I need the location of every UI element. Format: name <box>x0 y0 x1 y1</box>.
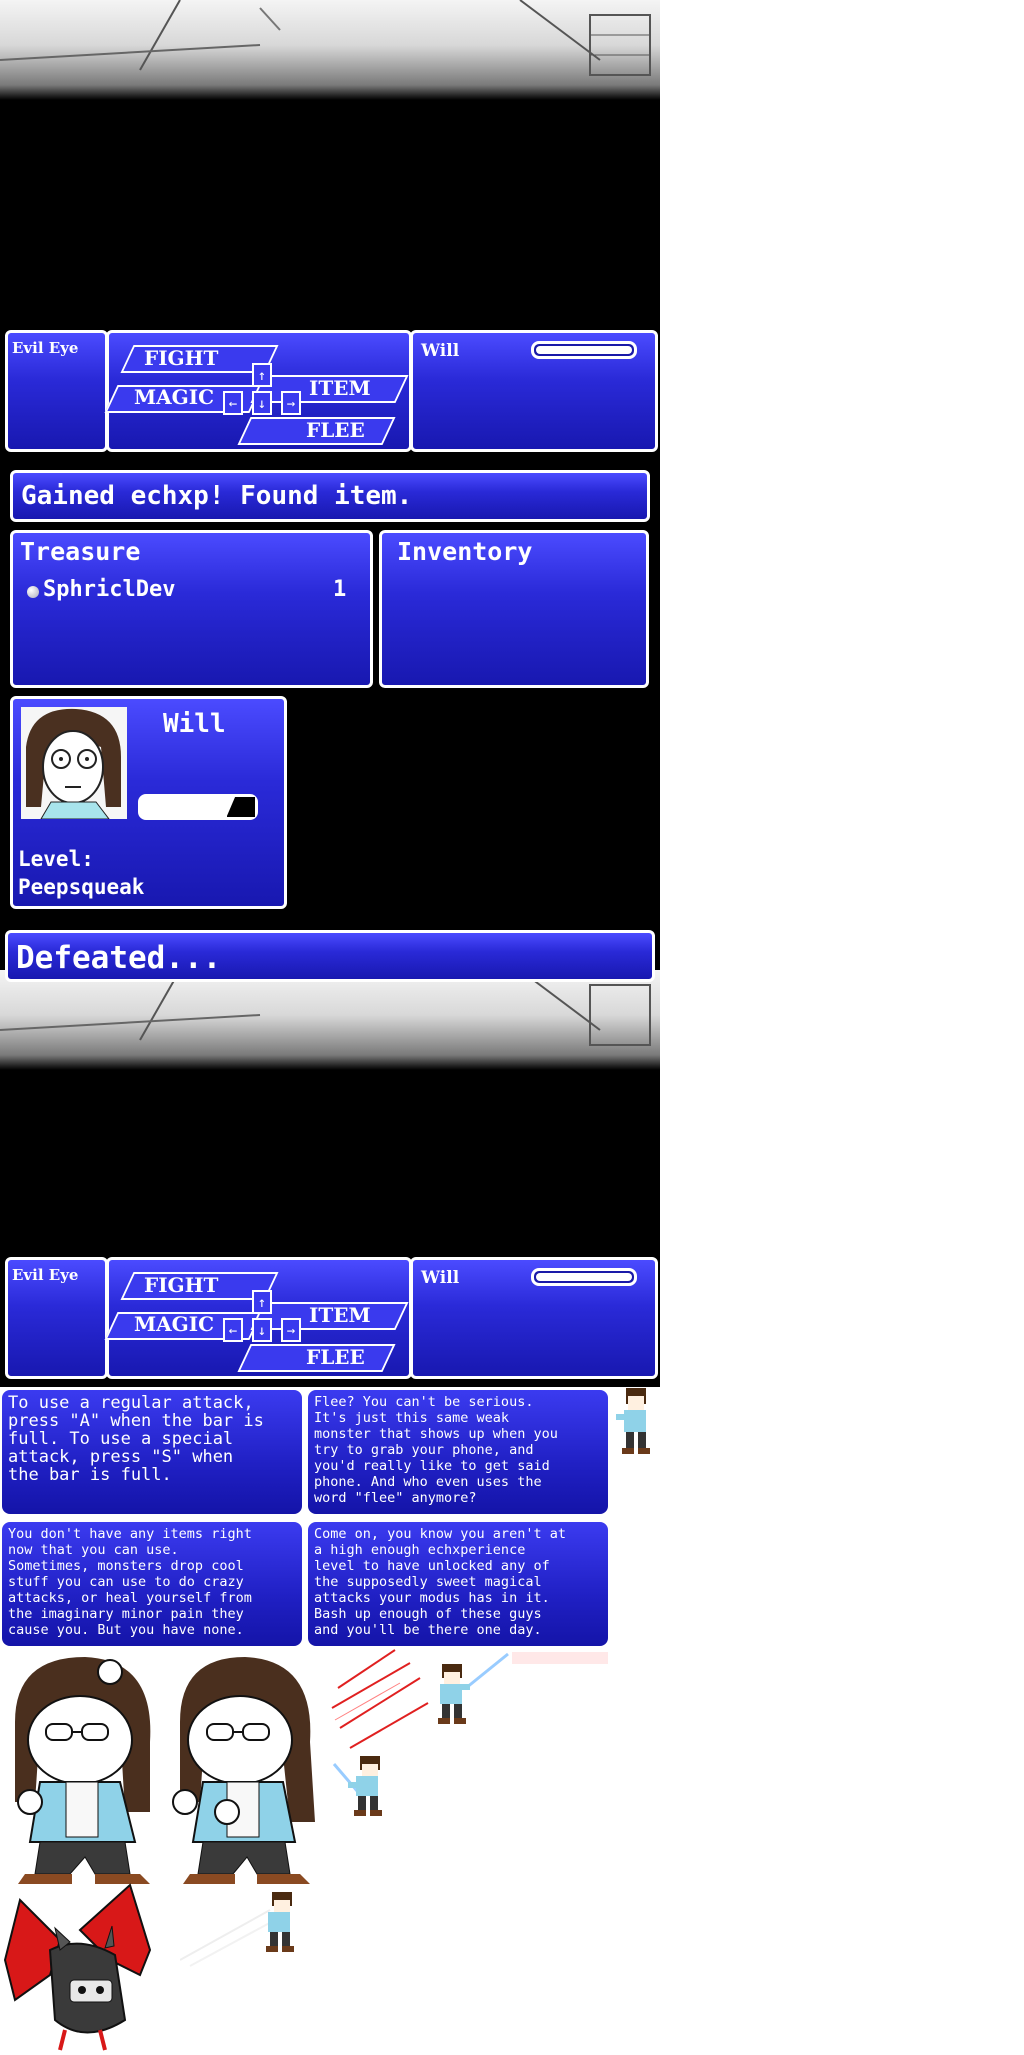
will-pose-thinking-sprite <box>15 1657 151 1884</box>
down-arrow-icon[interactable]: ↓ <box>252 391 272 415</box>
experience-gauge <box>138 794 258 820</box>
will-face <box>26 708 121 819</box>
room-background <box>0 0 660 100</box>
result-message-panel: Gained echxp! Found item. <box>10 470 650 522</box>
result-message: Gained echxp! Found item. <box>21 481 413 511</box>
command-panel: FIGHT MAGIC ITEM FLEE ↑ ← ↓ → <box>104 330 412 452</box>
will-portrait <box>21 707 127 819</box>
inventory-panel: Inventory <box>379 530 649 688</box>
level-label: Level: <box>18 847 94 871</box>
atb-gauge-fill-2 <box>536 1273 632 1281</box>
treasure-title: Treasure <box>20 537 141 566</box>
fight-label-2: FIGHT <box>144 1273 219 1297</box>
item-tip: You don't have any items right now that … <box>2 1522 302 1646</box>
room-sketch-2 <box>0 970 651 1046</box>
slash-effect <box>331 1649 429 1749</box>
sphere-icon <box>27 586 39 598</box>
right-arrow-icon[interactable]: → <box>281 391 301 415</box>
battle-scene-2: Defeated... Evil Eye FIGHT MAGIC ITEM FL… <box>0 925 660 1387</box>
flee-label-2: FLEE <box>306 1345 365 1369</box>
party-panel: Will <box>410 330 658 452</box>
enemy-name-2: Evil Eye <box>12 1266 79 1284</box>
magic-tip: Come on, you know you aren't at a high e… <box>308 1522 608 1646</box>
treasure-item-name: SphriclDev <box>43 577 176 602</box>
left-arrow-icon[interactable]: ← <box>223 391 243 415</box>
left-arrow-icon-2[interactable]: ← <box>223 1318 243 1342</box>
level-value: Peepsqueak <box>18 875 145 899</box>
will-sword-attack-sprite <box>438 1652 509 1724</box>
defeat-message: Defeated... <box>16 940 222 976</box>
flee-tip: Flee? You can't be serious. It's just th… <box>308 1390 608 1514</box>
will-pose-ready-sprite <box>172 1657 315 1884</box>
fight-label: FIGHT <box>144 346 219 370</box>
enemy-panel-2: Evil Eye <box>5 1257 108 1379</box>
battle-scene-1: Evil Eye FIGHT MAGIC ITEM FLEE ↑ ← ↓ → W… <box>0 0 660 460</box>
treasure-item-qty: 1 <box>333 577 347 602</box>
up-arrow-icon-2[interactable]: ↑ <box>252 1290 272 1314</box>
command-panel-2: FIGHT MAGIC ITEM FLEE ↑ ← ↓ → <box>104 1257 412 1379</box>
flee-label: FLEE <box>306 418 365 442</box>
magic-label: MAGIC <box>134 385 215 409</box>
treasure-panel: Treasure SphriclDev 1 <box>10 530 373 688</box>
magic-tip-text: Come on, you know you aren't at a high e… <box>314 1526 566 1638</box>
down-arrow-icon-2[interactable]: ↓ <box>252 1318 272 1342</box>
item-tip-text: You don't have any items right now that … <box>8 1526 252 1638</box>
atb-gauge-fill <box>536 346 632 354</box>
right-arrow-icon-2[interactable]: → <box>281 1318 301 1342</box>
item-label: ITEM <box>309 376 371 400</box>
fight-tip: To use a regular attack, press "A" when … <box>2 1390 302 1514</box>
party-member-name: Will <box>421 341 460 361</box>
will-sword-swing-sprite <box>332 1756 382 1816</box>
room-background-2 <box>0 970 660 1070</box>
atb-gauge <box>531 341 637 359</box>
will-dash-sprite <box>180 1892 294 1967</box>
faint-glow <box>512 1652 608 1664</box>
item-label-2: ITEM <box>309 1303 371 1327</box>
up-arrow-icon[interactable]: ↑ <box>252 363 272 387</box>
inventory-title: Inventory <box>397 537 533 566</box>
evil-eye-bat-monster <box>3 1883 152 2051</box>
results-scene: Gained echxp! Found item. Treasure Sphri… <box>0 460 660 925</box>
character-status-panel: Will Level: Peepsqueak <box>10 696 287 909</box>
flee-tip-text: Flee? You can't be serious. It's just th… <box>314 1394 558 1506</box>
enemy-name: Evil Eye <box>12 339 79 357</box>
fight-tip-text: To use a regular attack, press "A" when … <box>8 1393 264 1485</box>
party-panel-2: Will <box>410 1257 658 1379</box>
magic-label-2: MAGIC <box>134 1312 215 1336</box>
atb-gauge-2 <box>531 1268 637 1286</box>
character-name: Will <box>163 709 226 739</box>
enemy-panel: Evil Eye <box>5 330 108 452</box>
will-mini-sprite-idle <box>616 1388 650 1454</box>
experience-gauge-empty <box>226 797 255 817</box>
party-member-name-2: Will <box>421 1268 460 1288</box>
defeat-message-panel: Defeated... <box>5 930 655 982</box>
room-sketch <box>0 0 651 76</box>
